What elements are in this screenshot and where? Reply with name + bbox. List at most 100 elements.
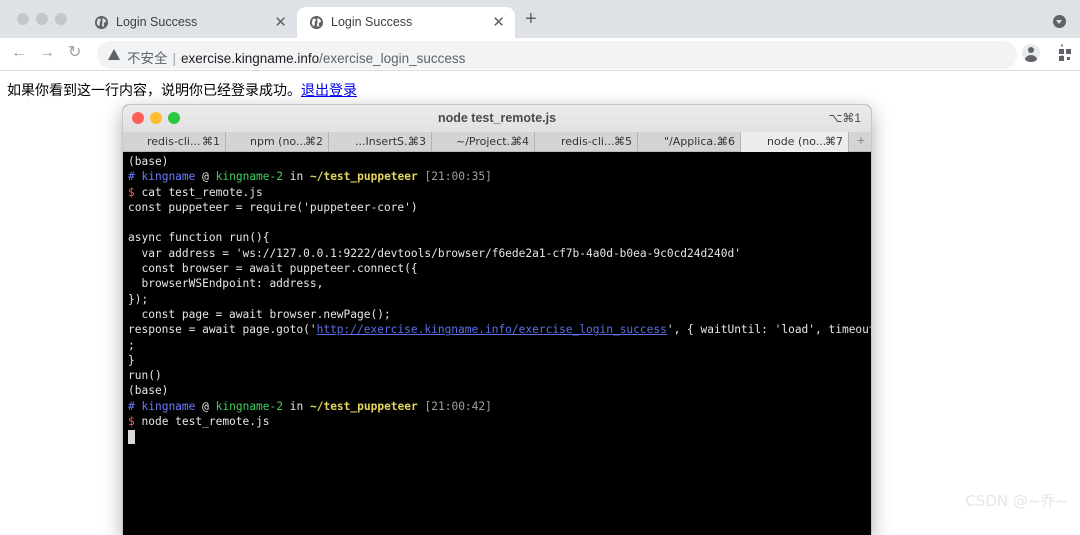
warning-icon[interactable] — [108, 49, 120, 60]
window-zoom-button[interactable] — [55, 13, 67, 25]
terminal-tab-7[interactable]: node (no... ⌘7 — [741, 132, 849, 152]
prompt-dir: ~/test_puppeteer — [309, 170, 418, 184]
address-divider: | — [172, 51, 177, 66]
terminal-tab-shortcut: ⌘5 — [614, 135, 632, 148]
code-line: }); — [128, 292, 149, 306]
prompt-user: kingname — [141, 399, 196, 413]
terminal-tab-label: node (no... — [767, 135, 827, 148]
tab-title: Login Success — [116, 15, 198, 29]
prompt-hash: # — [128, 399, 135, 413]
prompt-user: kingname — [141, 170, 196, 184]
profile-avatar-icon[interactable] — [1022, 44, 1040, 62]
code-line: const page = await browser.newPage(); — [128, 307, 391, 321]
terminal-command-line: $ node test_remote.js — [128, 414, 868, 429]
tab-search-icon[interactable] — [1053, 15, 1066, 28]
insecure-label[interactable]: 不安全 — [127, 51, 168, 66]
prompt-dollar: $ — [128, 415, 135, 429]
browser-toolbar: ← → ↻ 不安全 | exercise.kingname.info/exercis… — [0, 38, 1080, 71]
login-success-message: 如果你看到这一行内容，说明你已经登录成功。退出登录 — [7, 80, 357, 100]
prompt-in: in — [289, 399, 304, 413]
address-path: /exercise_login_success — [319, 51, 466, 66]
terminal-tab-label: "/Applica... — [664, 135, 724, 148]
close-icon[interactable]: ✕ — [492, 13, 505, 31]
conda-env: (base) — [128, 384, 169, 398]
prompt-hash: # — [128, 170, 135, 184]
terminal-tab-2[interactable]: npm (no... ⌘2 — [226, 132, 329, 152]
success-text: 如果你看到这一行内容，说明你已经登录成功。 — [7, 83, 301, 99]
code-line-response: response = await page.goto('http://exerc… — [128, 322, 871, 337]
browser-tab-2[interactable]: Login Success ✕ — [297, 7, 515, 38]
forward-arrow-icon[interactable]: → — [39, 43, 55, 63]
more-menu-icon[interactable]: ⋮ — [1054, 44, 1070, 60]
terminal-tab-5[interactable]: redis-cli... ⌘5 — [535, 132, 638, 152]
prompt-time: [21:00:35] — [424, 170, 492, 184]
code-line: var address = 'ws://127.0.0.1:9222/devto… — [128, 246, 741, 260]
prompt-host: kingname-2 — [215, 170, 283, 184]
terminal-command: node test_remote.js — [141, 415, 270, 429]
window-minimize-button[interactable] — [36, 13, 48, 25]
terminal-tab-4[interactable]: ~/Project... ⌘4 — [432, 132, 535, 152]
new-tab-button[interactable]: + — [525, 9, 537, 29]
watermark: CSDN @~乔~ — [965, 492, 1068, 510]
close-icon[interactable]: ✕ — [274, 13, 287, 31]
terminal-tab-shortcut: ⌘1 — [202, 135, 220, 148]
code-line: run() — [128, 369, 162, 383]
browser-tab-bar: Login Success ✕ Login Success ✕ + — [0, 0, 1080, 38]
prompt-at: @ — [202, 170, 209, 184]
back-arrow-icon[interactable]: ← — [11, 43, 27, 63]
terminal-tab-3[interactable]: ...InsertS... ⌘3 — [329, 132, 432, 152]
globe-icon — [94, 15, 109, 30]
prompt-dollar: $ — [128, 185, 135, 199]
terminal-command: cat test_remote.js — [141, 185, 263, 199]
code-line: const puppeteer = require('puppeteer-cor… — [128, 200, 418, 214]
code-line: browserWSEndpoint: address, — [128, 277, 324, 291]
terminal-line: (base) — [128, 383, 868, 398]
terminal-tab-1[interactable]: redis-cli... ⌘1 — [123, 132, 226, 152]
code-response-suffix: ', { waitUntil: 'load', timeout: 0 }) — [666, 323, 871, 337]
conda-env: (base) — [128, 155, 169, 168]
globe-icon — [309, 15, 324, 30]
code-line: const browser = await puppeteer.connect(… — [128, 262, 418, 276]
terminal-cursor-line — [128, 429, 868, 445]
terminal-prompt-line: # kingname @ kingname-2 in ~/test_puppet… — [128, 169, 868, 184]
reload-icon[interactable]: ↻ — [68, 43, 81, 63]
terminal-tab-shortcut: ⌘3 — [408, 135, 426, 148]
window-close-button[interactable] — [17, 13, 29, 25]
prompt-dir: ~/test_puppeteer — [309, 399, 418, 413]
terminal-tab-shortcut: ⌘4 — [511, 135, 529, 148]
terminal-title: node test_remote.js — [437, 111, 557, 125]
address-text[interactable]: 不安全 | exercise.kingname.info/exercise_logi… — [127, 47, 465, 67]
terminal-line: (base) — [128, 154, 868, 169]
prompt-time: [21:00:42] — [424, 399, 492, 413]
terminal-command-line: $ cat test_remote.js — [128, 185, 868, 200]
terminal-cursor — [128, 430, 135, 445]
browser-tab-1[interactable]: Login Success ✕ — [82, 7, 297, 38]
code-url-link[interactable]: http://exercise.kingname.info/exercise_l… — [317, 323, 667, 336]
terminal-titlebar: node test_remote.js ⌥⌘1 — [123, 105, 871, 132]
terminal-output[interactable]: (base) # kingname @ kingname-2 in ~/test… — [128, 154, 871, 445]
logout-link[interactable]: 退出登录 — [301, 83, 357, 99]
terminal-tab-shortcut: ⌘7 — [825, 135, 843, 148]
terminal-tab-shortcut: ⌘6 — [717, 135, 735, 148]
tab-title: Login Success — [331, 15, 413, 29]
terminal-tab-bar: redis-cli... ⌘1 npm (no... ⌘2 ...InsertS… — [123, 132, 871, 152]
terminal-new-tab-button[interactable]: + — [857, 132, 865, 148]
address-bar[interactable]: 不安全 | exercise.kingname.info/exercise_logi… — [97, 41, 1071, 69]
terminal-tab-label: ...InsertS... — [355, 135, 415, 148]
terminal-tab-label: npm (no... — [250, 135, 307, 148]
terminal-tab-label: ~/Project... — [456, 135, 518, 148]
prompt-host: kingname-2 — [215, 399, 283, 413]
terminal-tab-shortcut: ⌘2 — [305, 135, 323, 148]
terminal-tab-label: redis-cli... — [147, 135, 201, 148]
prompt-in: in — [289, 170, 304, 184]
code-line: } — [128, 353, 135, 367]
terminal-tab-6[interactable]: "/Applica... ⌘6 — [638, 132, 741, 152]
address-host: exercise.kingname.info — [181, 51, 320, 66]
prompt-at: @ — [202, 399, 209, 413]
terminal-shortcut: ⌥⌘1 — [828, 111, 861, 125]
terminal-window: node test_remote.js ⌥⌘1 redis-cli... ⌘1 … — [123, 105, 871, 535]
code-line: ; — [128, 338, 135, 352]
code-response-prefix: response = await page.goto(' — [128, 323, 317, 337]
terminal-tab-label: redis-cli... — [561, 135, 615, 148]
